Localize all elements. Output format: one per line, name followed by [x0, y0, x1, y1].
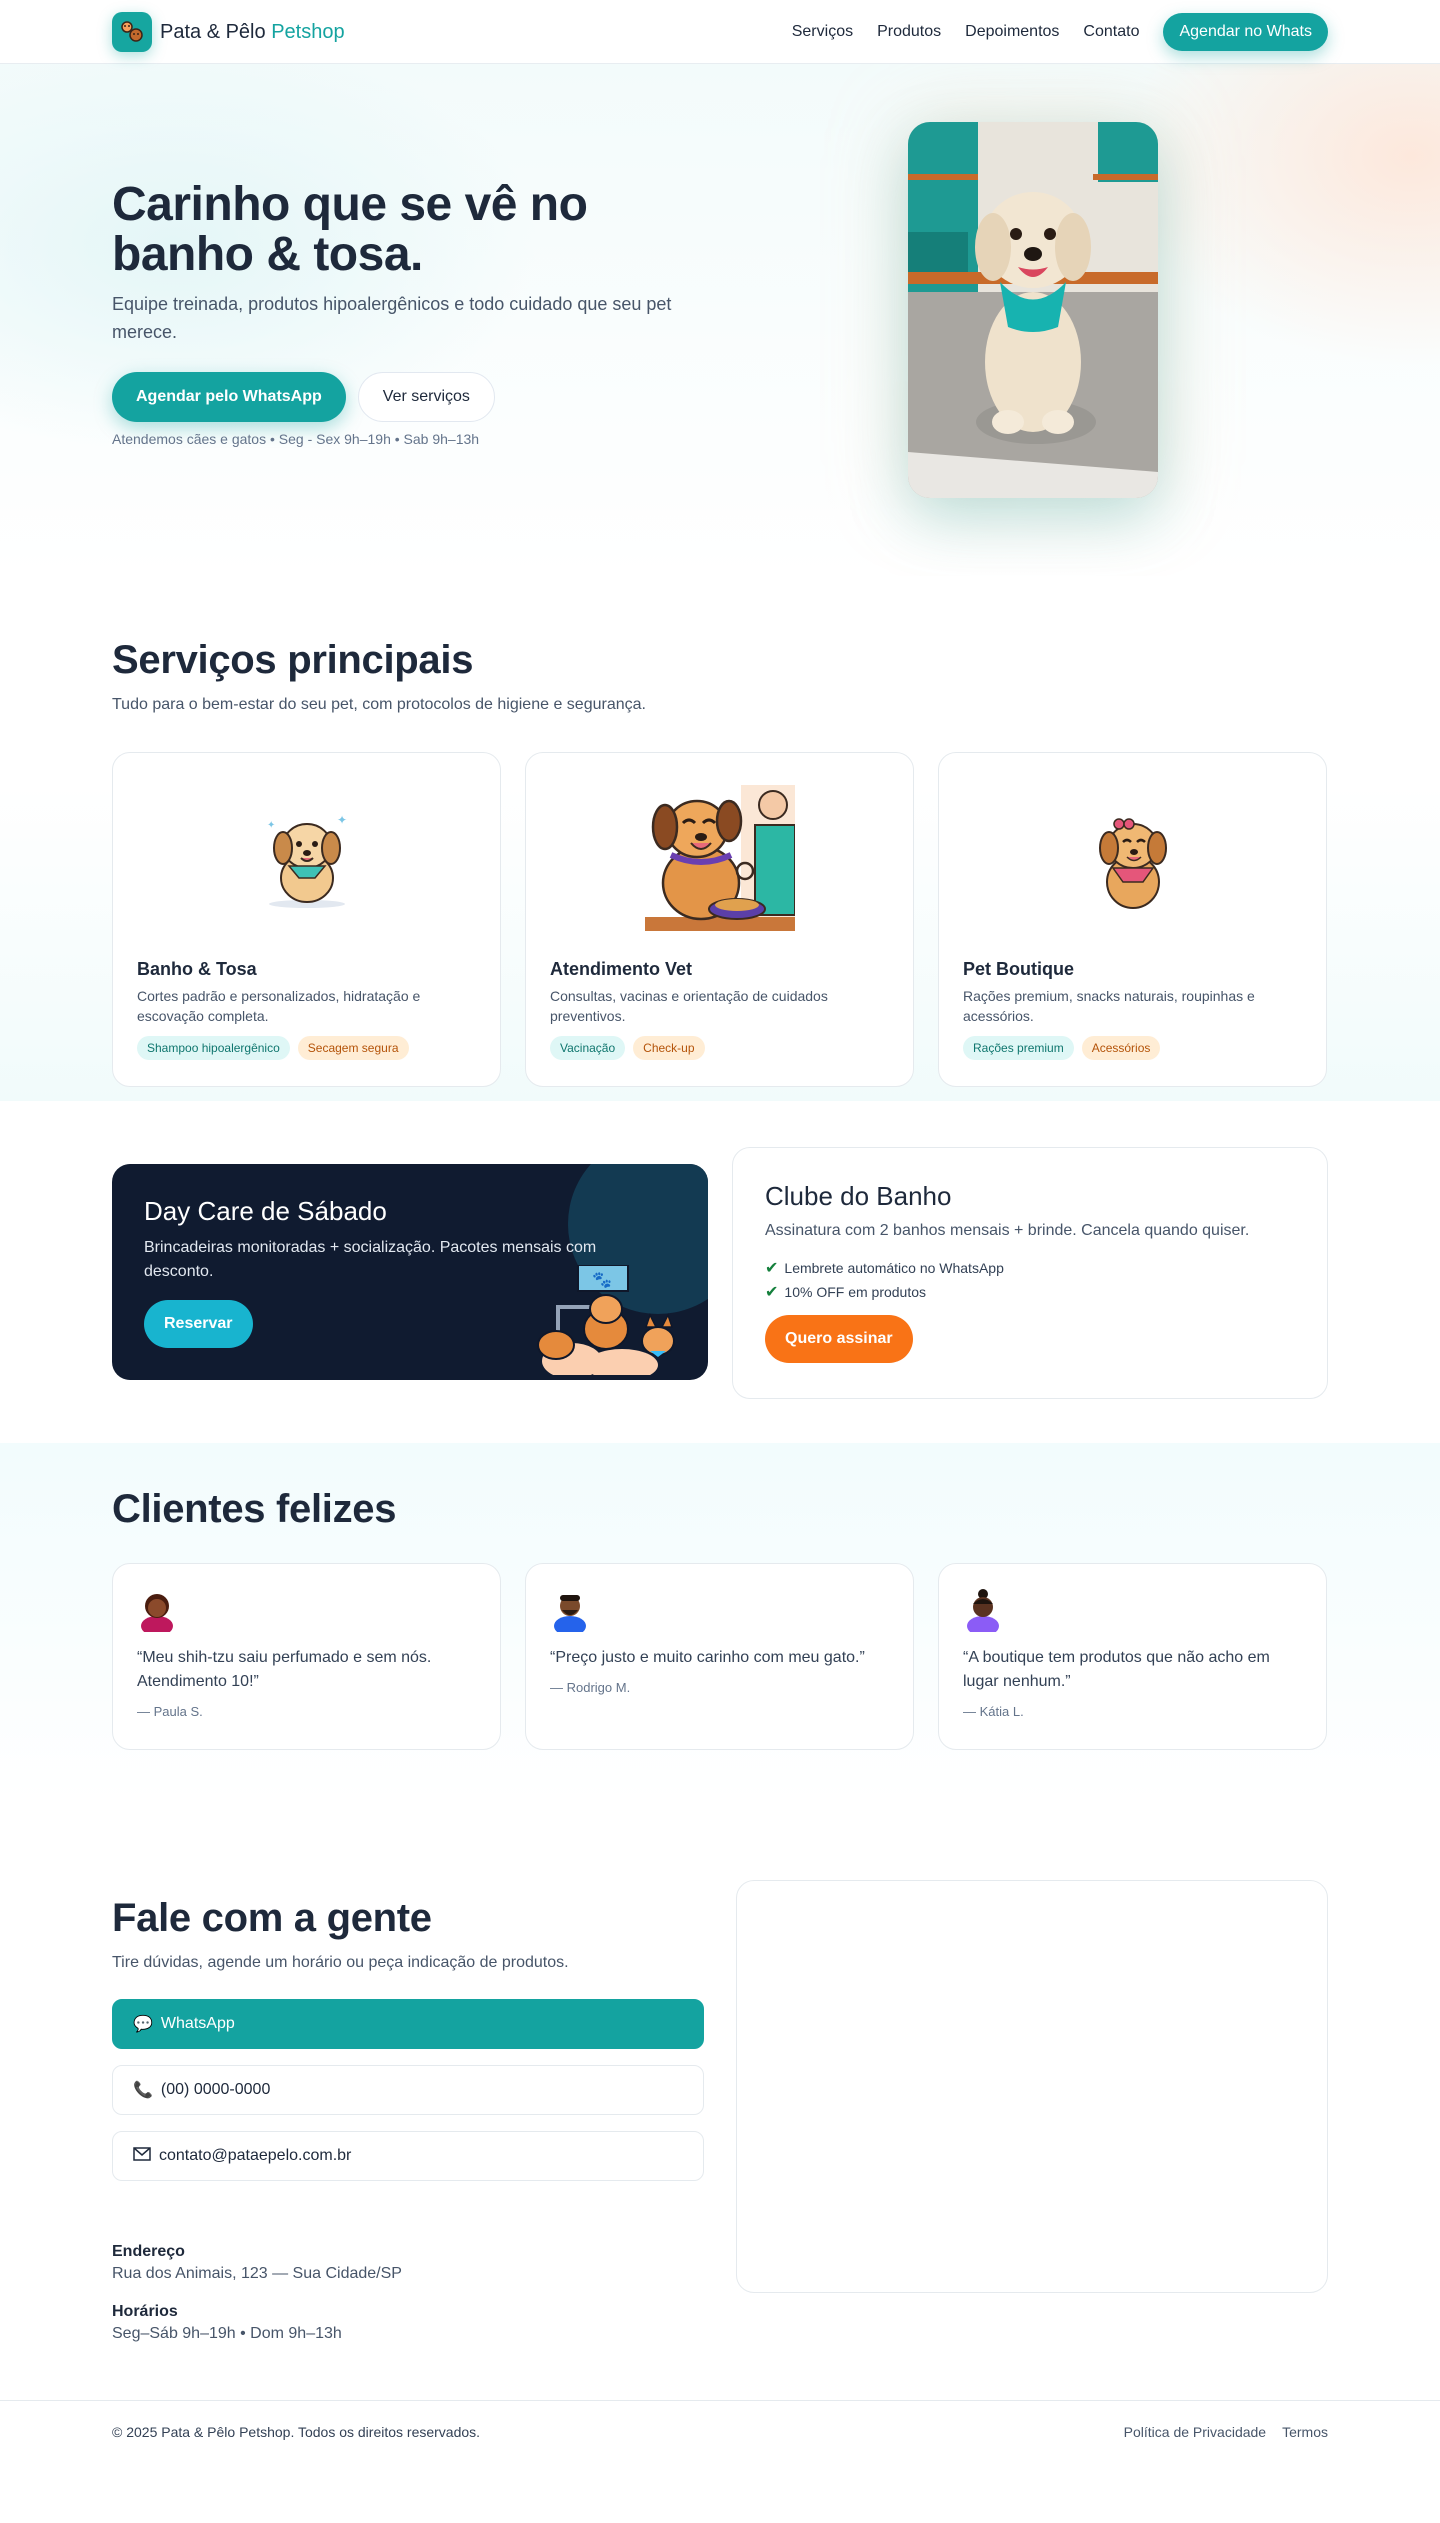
testimonial-author: — Kátia L.: [963, 1704, 1024, 1719]
avatar: [967, 1589, 999, 1632]
service-desc: Cortes padrão e personalizados, hidrataç…: [137, 988, 421, 1024]
service-tag: Shampoo hipoalergênico: [137, 1036, 290, 1060]
boutique-dog-illustration: [939, 783, 1326, 933]
club-perks: ✔ Lembrete automático no WhatsApp ✔ 10% OF…: [765, 1256, 1004, 1304]
testimonial-quote: “Meu shih-tzu saiu perfumado e sem nós. …: [137, 1649, 432, 1690]
club-perk: ✔ 10% OFF em produtos: [765, 1284, 927, 1301]
contact-phone-button[interactable]: 📞 (00) 0000-0000: [112, 2065, 704, 2115]
svg-text:✦: ✦: [337, 813, 347, 827]
service-title: Banho & Tosa: [137, 959, 257, 979]
check-icon: ✔: [765, 1260, 779, 1277]
service-desc: Rações premium, snacks naturais, roupinh…: [963, 988, 1255, 1024]
hero-subtitle: Equipe treinada, produtos hipoalergênico…: [112, 294, 672, 342]
address-value: Rua dos Animais, 123 — Sua Cidade/SP: [112, 2265, 402, 2282]
chat-icon: 💬: [133, 2016, 153, 2033]
footer-link-privacy[interactable]: Política de Privacidade: [1124, 2424, 1266, 2440]
testimonial-card: “Preço justo e muito carinho com meu gat…: [525, 1563, 914, 1750]
envelope-icon: [133, 2146, 151, 2166]
paw-logo-icon: [112, 12, 152, 52]
testimonial-author: — Rodrigo M.: [550, 1680, 631, 1695]
top-nav: Pata & Pêlo Petshop Serviços Produtos De…: [0, 0, 1440, 64]
service-card-vet[interactable]: Atendimento Vet Consultas, vacinas e ori…: [525, 752, 914, 1087]
phone-icon: 📞: [133, 2082, 153, 2099]
footer: © 2025 Pata & Pêlo Petshop. Todos os dir…: [0, 2400, 1440, 2461]
promo-section: Day Care de Sábado Brincadeiras monitora…: [0, 1101, 1440, 1443]
hero-dog-photo: [908, 122, 1158, 498]
contact-title: Fale com a gente: [112, 1896, 432, 1940]
service-title: Pet Boutique: [963, 959, 1074, 979]
svg-text:🐾: 🐾: [592, 1270, 612, 1289]
vet-dog-illustration: [526, 783, 913, 933]
nav-links: Serviços Produtos Depoimentos Contato Ag…: [792, 13, 1328, 51]
svg-text:✦: ✦: [267, 820, 275, 831]
service-card-banho[interactable]: ✦ ✦ Banho & Tosa Cortes padrão e persona…: [112, 752, 501, 1087]
club-desc: Assinatura com 2 banhos mensais + brinde…: [765, 1222, 1250, 1239]
club-title: Clube do Banho: [765, 1181, 952, 1211]
contact-section: Fale com a gente Tire dúvidas, agende um…: [0, 1801, 1440, 2400]
hero-hours-note: Atendemos cães e gatos • Seg - Sex 9h–19…: [112, 431, 480, 447]
grooming-dog-illustration: ✦ ✦: [113, 783, 500, 933]
contact-subtitle: Tire dúvidas, agende um horário ou peça …: [112, 1954, 569, 1971]
avatar: [141, 1594, 173, 1632]
nav-link-servicos[interactable]: Serviços: [792, 23, 853, 41]
daycare-reserve-button[interactable]: Reservar: [144, 1300, 253, 1348]
nav-whatsapp-button[interactable]: Agendar no Whats: [1163, 13, 1328, 51]
service-title: Atendimento Vet: [550, 959, 693, 979]
hero-section: Carinho que se vê no banho & tosa. Equip…: [0, 64, 1440, 576]
nav-link-depoimentos[interactable]: Depoimentos: [965, 23, 1059, 41]
club-card: Clube do Banho Assinatura com 2 banhos m…: [732, 1147, 1328, 1399]
avatar: [554, 1595, 586, 1632]
hero-services-button[interactable]: Ver serviços: [357, 372, 495, 422]
footer-link-terms[interactable]: Termos: [1282, 2424, 1328, 2440]
brand-logo[interactable]: Pata & Pêlo Petshop: [112, 12, 345, 52]
brand-name: Pata & Pêlo Petshop: [160, 20, 345, 43]
contact-details: Endereço Rua dos Animais, 123 — Sua Cida…: [112, 2243, 402, 2363]
testimonials-title: Clientes felizes: [112, 1487, 397, 1531]
services-subtitle: Tudo para o bem-estar do seu pet, com pr…: [112, 696, 646, 713]
address-label: Endereço: [112, 2243, 185, 2260]
testimonial-quote: “A boutique tem produtos que não acho em…: [963, 1649, 1270, 1690]
daycare-card: Day Care de Sábado Brincadeiras monitora…: [112, 1164, 708, 1380]
hero-title: Carinho que se vê no banho & tosa.: [112, 178, 588, 281]
daycare-title: Day Care de Sábado: [144, 1196, 387, 1226]
footer-copyright: © 2025 Pata & Pêlo Petshop. Todos os dir…: [112, 2423, 481, 2440]
contact-whatsapp-button[interactable]: 💬 WhatsApp: [112, 1999, 704, 2049]
check-icon: ✔: [765, 1284, 779, 1301]
nav-link-contato[interactable]: Contato: [1083, 23, 1139, 41]
testimonials-section: Clientes felizes “Meu shih-tzu saiu perf…: [0, 1443, 1440, 1801]
map-embed[interactable]: [736, 1880, 1328, 2293]
hours-value: Seg–Sáb 9h–19h • Dom 9h–13h: [112, 2325, 342, 2342]
testimonial-card: “A boutique tem produtos que não acho em…: [938, 1563, 1327, 1750]
service-tag: Vacinação: [550, 1036, 626, 1060]
nav-link-produtos[interactable]: Produtos: [877, 23, 941, 41]
services-section: Serviços principais Tudo para o bem-esta…: [0, 576, 1440, 1101]
services-title: Serviços principais: [112, 638, 474, 682]
hero-whatsapp-button[interactable]: Agendar pelo WhatsApp: [112, 372, 346, 422]
daycare-dogs-illustration: 🐾: [526, 1264, 686, 1380]
contact-email-button[interactable]: contato@pataepelo.com.br: [112, 2131, 704, 2181]
service-tag: Secagem segura: [297, 1036, 409, 1060]
service-tag: Acessórios: [1081, 1036, 1161, 1060]
testimonial-quote: “Preço justo e muito carinho com meu gat…: [550, 1649, 865, 1666]
club-perk: ✔ Lembrete automático no WhatsApp: [765, 1260, 1004, 1277]
service-tag: Rações premium: [963, 1036, 1074, 1060]
service-tag: Check-up: [633, 1036, 705, 1060]
service-card-boutique[interactable]: Pet Boutique Rações premium, snacks natu…: [938, 752, 1327, 1087]
testimonial-card: “Meu shih-tzu saiu perfumado e sem nós. …: [112, 1563, 501, 1750]
service-desc: Consultas, vacinas e orientação de cuida…: [550, 988, 828, 1024]
club-subscribe-button[interactable]: Quero assinar: [765, 1315, 913, 1363]
hours-label: Horários: [112, 2303, 178, 2320]
testimonial-author: — Paula S.: [137, 1704, 203, 1719]
